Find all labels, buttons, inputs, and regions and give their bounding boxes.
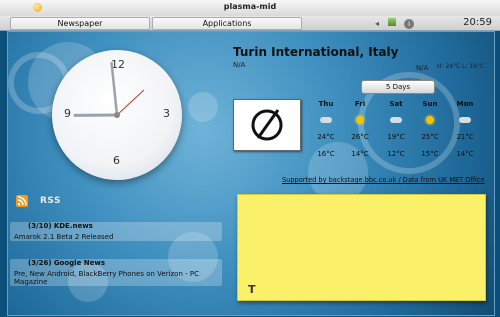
- forecast-high: 25°C: [421, 133, 439, 141]
- window-title: plasma-mid: [223, 2, 277, 11]
- rss-date: (3/26): [28, 259, 52, 267]
- sun-icon: [356, 116, 364, 124]
- cloud-rain-icon: [320, 117, 332, 123]
- forecast-mon: Mon 21°C 14°C: [447, 100, 483, 158]
- forecast-low: 12°C: [387, 150, 405, 158]
- forecast-high: 19°C: [387, 133, 405, 141]
- forecast-day: Thu: [318, 100, 334, 108]
- title-bar: plasma-mid: [0, 0, 500, 17]
- five-days-button[interactable]: 5 Days: [361, 80, 435, 94]
- system-tray: ◂ i: [375, 18, 415, 29]
- cloud-rain-icon: [459, 117, 471, 123]
- rss-headline: Amarok 2.1 Beta 2 Released: [14, 233, 114, 241]
- forecast-day: Mon: [456, 100, 474, 108]
- weather-current: N/A: [416, 64, 429, 72]
- forecast-sun: Sun 25°C 15°C: [412, 100, 448, 158]
- network-icon[interactable]: [387, 18, 396, 26]
- forecast-low: 14°C: [351, 150, 369, 158]
- weather-current-icon: [233, 99, 301, 151]
- sticky-note[interactable]: T: [237, 194, 486, 301]
- forecast-low: 15°C: [421, 150, 439, 158]
- forecast-low: 16°C: [317, 150, 335, 158]
- rss-headline: Pre, New Android, BlackBerry Phones on V…: [14, 270, 199, 286]
- rss-item[interactable]: (3/26) Google News Pre, New Android, Bla…: [10, 259, 222, 286]
- forecast-day: Fri: [354, 100, 366, 108]
- rss-date: (3/10): [28, 222, 52, 230]
- tab-newspaper[interactable]: Newspaper: [10, 17, 150, 30]
- top-panel: Newspaper Applications ◂ i 20:59: [0, 16, 500, 31]
- rss-item[interactable]: (3/10) KDE.news Amarok 2.1 Beta 2 Releas…: [10, 222, 222, 241]
- weather-location: Turin International, Italy: [233, 45, 399, 59]
- text-format-icon[interactable]: T: [248, 283, 256, 296]
- forecast-fri: Fri 26°C 14°C: [342, 100, 378, 158]
- forecast-sat: Sat 19°C 12°C: [378, 100, 414, 158]
- clock-hands: [73, 62, 145, 118]
- clock-center: [114, 112, 120, 118]
- weather-conditions: N/A: [233, 61, 246, 69]
- forecast-high: 26°C: [351, 133, 369, 141]
- rss-source: Google News: [53, 259, 106, 267]
- forecast-high: 24°C: [317, 133, 335, 141]
- rss-title: RSS: [40, 196, 61, 206]
- back-icon[interactable]: ◂: [375, 19, 379, 28]
- analog-clock[interactable]: 12 3 6 9: [52, 50, 182, 180]
- weather-credits-link[interactable]: Supported by backstage.bbc.co.uk / Data …: [282, 176, 485, 184]
- forecast-thu: Thu 24°C 16°C: [308, 100, 344, 158]
- second-hand: [116, 89, 145, 116]
- panel-clock[interactable]: 20:59: [463, 17, 492, 28]
- weather-high-low: H: 24°C L: 16°C: [437, 63, 485, 70]
- bokeh-decor: [188, 92, 218, 122]
- rss-source: KDE.news: [53, 222, 93, 230]
- forecast-day: Sat: [389, 100, 403, 108]
- forecast-low: 14°C: [456, 150, 474, 158]
- sun-icon: [426, 116, 434, 124]
- minute-hand: [110, 62, 119, 117]
- not-available-icon: [251, 109, 283, 141]
- info-icon[interactable]: i: [404, 19, 415, 29]
- forecast-high: 21°C: [456, 133, 474, 141]
- cloud-rain-icon: [390, 117, 402, 123]
- rss-icon: [16, 195, 28, 207]
- forecast-day: Sun: [422, 100, 438, 108]
- tab-applications[interactable]: Applications: [152, 17, 302, 30]
